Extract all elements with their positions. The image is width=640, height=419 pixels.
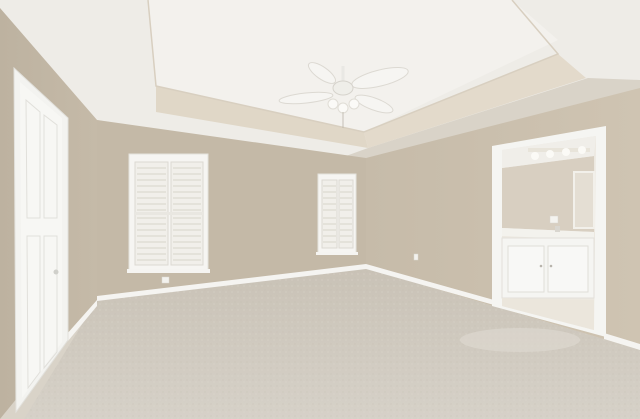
window-right-shutter-right[interactable]: [338, 179, 354, 249]
window-left-rail: [135, 212, 203, 215]
vanity-faucet: [555, 226, 560, 232]
vanity-door-left[interactable]: [507, 245, 545, 293]
vanity-bulb-4: [578, 146, 586, 154]
window-right-shutter-left[interactable]: [321, 179, 338, 249]
vanity-knob-right[interactable]: [549, 264, 553, 268]
vanity-bulb-1: [531, 152, 539, 160]
bathroom-mirror: [573, 171, 595, 229]
vanity-bulb-2: [546, 150, 554, 158]
vanity-bulb-3: [562, 148, 570, 156]
vanity-knob-left[interactable]: [539, 264, 543, 268]
room-photo: [0, 0, 640, 419]
window-right-sill: [316, 252, 358, 255]
window-left-sill: [127, 269, 210, 273]
vanity-door-right[interactable]: [547, 245, 589, 293]
light-switch[interactable]: [549, 215, 559, 224]
fan-light-3: [348, 98, 360, 110]
fan-light-1: [327, 98, 339, 110]
closet-door-knob[interactable]: [53, 269, 59, 275]
carpet-light-patch: [460, 328, 580, 352]
outlet-back-wall: [161, 276, 170, 284]
outlet-right-wall: [413, 253, 419, 261]
fan-light-2: [337, 102, 349, 114]
fan-motor-housing: [332, 80, 354, 96]
